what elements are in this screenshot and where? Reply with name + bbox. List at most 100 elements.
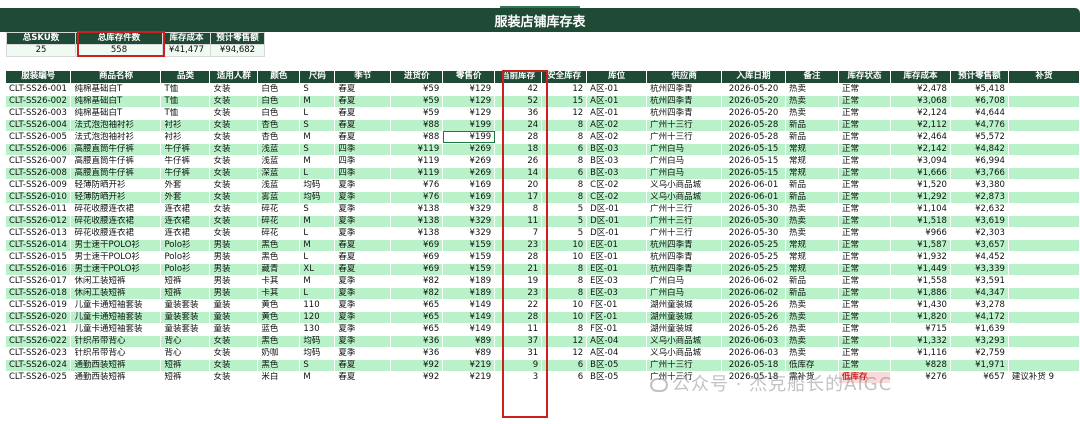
- cell-category[interactable]: Polo衫: [160, 263, 211, 276]
- cell-product-name[interactable]: 轻薄防晒开衫: [70, 179, 162, 192]
- summary-header-sku[interactable]: 总SKU数: [6, 32, 76, 45]
- cell-audience[interactable]: 男装: [209, 239, 259, 252]
- cell-category[interactable]: T恤: [160, 107, 211, 120]
- cell-size[interactable]: 均码: [299, 335, 336, 348]
- cell-restock[interactable]: [1008, 347, 1080, 360]
- cell-season[interactable]: 夏季: [334, 323, 392, 336]
- cell-product-name[interactable]: 男士速干POLO衫: [70, 239, 162, 252]
- cell-stock-in-date[interactable]: 2026-06-01: [721, 191, 787, 204]
- cell-size[interactable]: M: [299, 275, 336, 288]
- cell-stock-status[interactable]: 正常: [838, 179, 891, 192]
- cell-stock-cost[interactable]: ¥715: [890, 323, 951, 336]
- cell-restock[interactable]: [1008, 227, 1080, 240]
- cell-audience[interactable]: 男装: [209, 275, 259, 288]
- cell-safety-stock[interactable]: 12: [541, 107, 588, 120]
- cell-product-name[interactable]: 儿童卡通短袖套装: [70, 311, 162, 324]
- cell-current-stock[interactable]: 42: [494, 83, 543, 96]
- cell-sku-code[interactable]: CLT-SS26-009: [6, 179, 72, 192]
- cell-color[interactable]: 黑色: [257, 251, 301, 264]
- cell-stock-in-date[interactable]: 2026-06-01: [721, 179, 787, 192]
- cell-color[interactable]: 杏色: [257, 131, 301, 144]
- cell-size[interactable]: S: [299, 359, 336, 372]
- cell-season[interactable]: 夏季: [334, 227, 392, 240]
- cell-season[interactable]: 夏季: [334, 191, 392, 204]
- cell-color[interactable]: 浅蓝: [257, 155, 301, 168]
- cell-stock-cost[interactable]: ¥2,124: [890, 107, 951, 120]
- column-header-stock-status[interactable]: 库存状态: [838, 71, 891, 84]
- cell-restock[interactable]: [1008, 203, 1080, 216]
- cell-remark[interactable]: 常规: [785, 263, 839, 276]
- cell-restock[interactable]: [1008, 215, 1080, 228]
- column-header-remark[interactable]: 备注: [785, 71, 839, 84]
- cell-sku-code[interactable]: CLT-SS26-020: [6, 311, 72, 324]
- cell-stock-in-date[interactable]: 2026-05-28: [721, 131, 787, 144]
- cell-retail-price[interactable]: ¥329: [442, 227, 496, 240]
- cell-sku-code[interactable]: CLT-SS26-002: [6, 95, 72, 108]
- cell-restock[interactable]: [1008, 299, 1080, 312]
- cell-retail-price[interactable]: ¥189: [442, 287, 496, 300]
- cell-size[interactable]: S: [299, 119, 336, 132]
- cell-retail-value[interactable]: ¥3,766: [950, 167, 1009, 180]
- cell-safety-stock[interactable]: 8: [541, 263, 588, 276]
- cell-retail-value[interactable]: ¥6,994: [950, 155, 1009, 168]
- cell-remark[interactable]: 热卖: [785, 107, 839, 120]
- summary-header-cost[interactable]: 库存成本: [162, 32, 211, 45]
- cell-sku-code[interactable]: CLT-SS26-018: [6, 287, 72, 300]
- cell-cost-price[interactable]: ¥65: [390, 311, 444, 324]
- cell-current-stock[interactable]: 11: [494, 323, 543, 336]
- cell-safety-stock[interactable]: 6: [541, 143, 588, 156]
- cell-sku-code[interactable]: CLT-SS26-021: [6, 323, 72, 336]
- cell-color[interactable]: 黑色: [257, 239, 301, 252]
- cell-current-stock[interactable]: 36: [494, 107, 543, 120]
- column-header-retail-price[interactable]: 零售价: [442, 71, 496, 84]
- cell-location[interactable]: B区-05: [586, 359, 648, 372]
- column-header-restock[interactable]: 补货: [1008, 71, 1080, 84]
- cell-remark[interactable]: 常规: [785, 167, 839, 180]
- cell-restock[interactable]: [1008, 119, 1080, 132]
- cell-retail-value[interactable]: ¥4,644: [950, 107, 1009, 120]
- cell-supplier[interactable]: 广州十三行: [646, 203, 723, 216]
- cell-category[interactable]: 童装套装: [160, 311, 211, 324]
- cell-audience[interactable]: 女装: [209, 167, 259, 180]
- cell-category[interactable]: T恤: [160, 83, 211, 96]
- cell-stock-status[interactable]: 正常: [838, 143, 891, 156]
- cell-supplier[interactable]: 杭州四季青: [646, 263, 723, 276]
- cell-stock-status[interactable]: 正常: [838, 155, 891, 168]
- cell-product-name[interactable]: 男士速干POLO衫: [70, 263, 162, 276]
- cell-stock-in-date[interactable]: 2026-05-25: [721, 263, 787, 276]
- cell-retail-price[interactable]: ¥199: [442, 131, 496, 144]
- cell-product-name[interactable]: 法式泡泡袖衬衫: [70, 131, 162, 144]
- cell-stock-in-date[interactable]: 2026-05-18: [721, 371, 787, 384]
- cell-remark[interactable]: 热卖: [785, 347, 839, 360]
- cell-safety-stock[interactable]: 8: [541, 179, 588, 192]
- cell-cost-price[interactable]: ¥119: [390, 143, 444, 156]
- cell-safety-stock[interactable]: 8: [541, 119, 588, 132]
- cell-product-name[interactable]: 高腰直筒牛仔裤: [70, 155, 162, 168]
- cell-category[interactable]: T恤: [160, 95, 211, 108]
- cell-safety-stock[interactable]: 10: [541, 299, 588, 312]
- cell-color[interactable]: 蓝色: [257, 323, 301, 336]
- cell-restock[interactable]: [1008, 275, 1080, 288]
- cell-remark[interactable]: 热卖: [785, 227, 839, 240]
- cell-product-name[interactable]: 碎花收腰连衣裙: [70, 227, 162, 240]
- cell-color[interactable]: 卡其: [257, 275, 301, 288]
- cell-color[interactable]: 藏青: [257, 263, 301, 276]
- cell-remark[interactable]: 热卖: [785, 83, 839, 96]
- cell-cost-price[interactable]: ¥82: [390, 275, 444, 288]
- cell-season[interactable]: 四季: [334, 167, 392, 180]
- column-header-product-name[interactable]: 商品名称: [70, 71, 162, 84]
- cell-supplier[interactable]: 义乌小商品城: [646, 179, 723, 192]
- cell-cost-price[interactable]: ¥36: [390, 335, 444, 348]
- cell-color[interactable]: 浅蓝: [257, 143, 301, 156]
- cell-stock-status[interactable]: 正常: [838, 347, 891, 360]
- cell-remark[interactable]: 常规: [785, 239, 839, 252]
- cell-safety-stock[interactable]: 6: [541, 167, 588, 180]
- cell-restock[interactable]: [1008, 131, 1080, 144]
- cell-stock-in-date[interactable]: 2026-05-15: [721, 143, 787, 156]
- cell-restock[interactable]: [1008, 263, 1080, 276]
- cell-supplier[interactable]: 杭州四季青: [646, 83, 723, 96]
- cell-size[interactable]: L: [299, 251, 336, 264]
- cell-retail-price[interactable]: ¥159: [442, 263, 496, 276]
- cell-product-name[interactable]: 碎花收腰连衣裙: [70, 215, 162, 228]
- cell-current-stock[interactable]: 28: [494, 131, 543, 144]
